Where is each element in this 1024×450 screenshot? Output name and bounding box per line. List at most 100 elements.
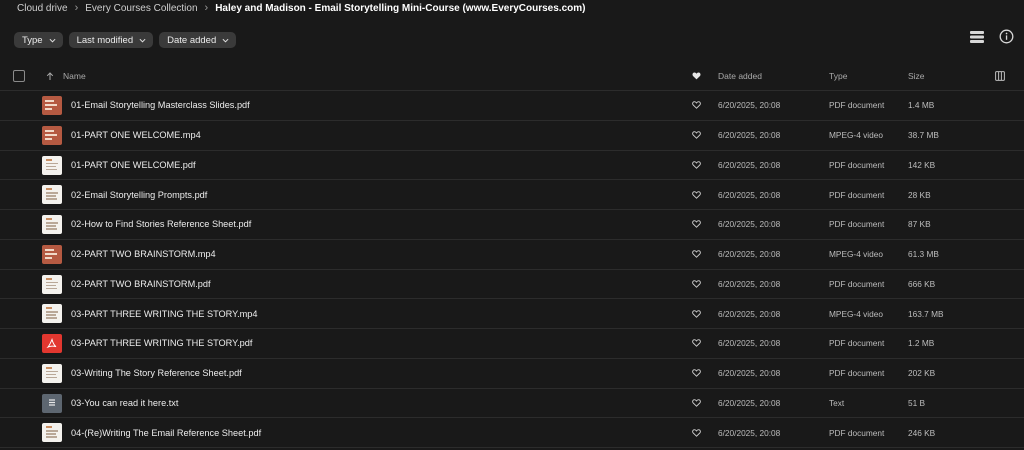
file-name[interactable]: 02-How to Find Stories Reference Sheet.p…: [71, 210, 251, 239]
file-type: PDF document: [829, 189, 885, 200]
favourite-toggle[interactable]: [692, 418, 701, 447]
file-type: PDF document: [829, 219, 885, 230]
favourite-toggle[interactable]: [692, 240, 701, 269]
file-date-added: 6/20/2025, 20:08: [718, 397, 781, 408]
table-row[interactable]: 03-Writing The Story Reference Sheet.pdf…: [0, 359, 1024, 389]
file-size: 202 KB: [908, 368, 936, 379]
file-thumbnail: [42, 215, 62, 234]
favourite-toggle[interactable]: [692, 299, 701, 328]
file-name[interactable]: 02-PART TWO BRAINSTORM.pdf: [71, 270, 211, 299]
file-name[interactable]: 01-PART ONE WELCOME.mp4: [71, 121, 201, 150]
favourite-toggle[interactable]: [692, 180, 701, 209]
favourite-toggle[interactable]: [692, 329, 701, 358]
favourite-toggle[interactable]: [692, 270, 701, 299]
file-type: MPEG-4 video: [829, 130, 883, 141]
favourite-toggle[interactable]: [692, 121, 701, 150]
heart-outline-icon[interactable]: [692, 309, 701, 318]
columns-icon[interactable]: [995, 71, 1005, 81]
file-size: 666 KB: [908, 278, 936, 289]
pdf-file-icon: [42, 334, 62, 353]
chevron-down-icon: [49, 38, 56, 43]
file-size: 87 KB: [908, 219, 931, 230]
table-row[interactable]: 03-PART THREE WRITING THE STORY.pdf 6/20/…: [0, 329, 1024, 359]
file-thumbnail: [42, 155, 62, 175]
favourite-toggle[interactable]: [692, 210, 701, 239]
breadcrumb-cloud-drive[interactable]: Cloud drive: [17, 3, 68, 14]
file-name[interactable]: 02-PART TWO BRAINSTORM.mp4: [71, 240, 216, 269]
file-date-added: 6/20/2025, 20:08: [718, 249, 781, 260]
heart-outline-icon[interactable]: [692, 131, 701, 139]
file-list: 01-Email Storytelling Masterclass Slides…: [0, 91, 1024, 448]
table-row[interactable]: 02-Email Storytelling Prompts.pdf 6/20/20…: [0, 180, 1024, 210]
chevron-down-icon: [139, 38, 146, 43]
favourite-toggle[interactable]: [692, 91, 701, 120]
heart-outline-icon[interactable]: [692, 220, 701, 229]
file-name[interactable]: 03-You can read it here.txt: [71, 389, 178, 418]
file-size: 51 B: [908, 397, 926, 408]
select-all-checkbox-cell: [13, 62, 25, 90]
columns-settings-cell: [995, 62, 1005, 90]
file-thumbnail: [42, 244, 62, 264]
name-column-header[interactable]: Name: [63, 62, 86, 90]
date-added-column-header[interactable]: Date added: [718, 62, 762, 90]
file-date-added: 6/20/2025, 20:08: [718, 278, 781, 289]
type-filter-button[interactable]: Type: [14, 32, 63, 48]
file-type: MPEG-4 video: [829, 308, 883, 319]
file-name[interactable]: 03-PART THREE WRITING THE STORY.mp4: [71, 299, 258, 328]
file-type: PDF document: [829, 159, 885, 170]
file-thumbnail: [42, 125, 62, 145]
heart-outline-icon[interactable]: [692, 101, 701, 110]
file-size: 28 KB: [908, 189, 931, 200]
heart-outline-icon[interactable]: [692, 399, 701, 407]
breadcrumb-current-folder: Haley and Madison - Email Storytelling M…: [215, 2, 586, 14]
table-row[interactable]: 02-PART TWO BRAINSTORM.pdf 6/20/2025, 20:…: [0, 270, 1024, 300]
heart-outline-icon[interactable]: [692, 339, 701, 348]
file-thumbnail: [42, 304, 62, 324]
heart-outline-icon[interactable]: [692, 428, 701, 437]
file-name[interactable]: 01-PART ONE WELCOME.pdf: [71, 151, 196, 180]
heart-outline-icon[interactable]: [692, 369, 701, 377]
breadcrumb: Cloud drive › Every Courses Collection ›…: [17, 0, 585, 16]
table-row[interactable]: 02-PART TWO BRAINSTORM.mp4 6/20/2025, 20:…: [0, 240, 1024, 270]
file-type: Text: [829, 397, 845, 408]
table-row[interactable]: 02-How to Find Stories Reference Sheet.p…: [0, 210, 1024, 240]
file-name[interactable]: 02-Email Storytelling Prompts.pdf: [71, 180, 207, 209]
type-column-header[interactable]: Type: [829, 62, 847, 90]
file-size: 61.3 MB: [908, 249, 939, 260]
heart-outline-icon[interactable]: [692, 280, 701, 288]
file-type: PDF document: [829, 368, 885, 379]
file-date-added: 6/20/2025, 20:08: [718, 100, 781, 111]
last-modified-filter-button[interactable]: Last modified: [68, 32, 154, 48]
file-date-added: 6/20/2025, 20:08: [718, 219, 781, 230]
select-all-checkbox[interactable]: [13, 70, 25, 82]
sort-cell: [46, 62, 54, 90]
file-name[interactable]: 03-PART THREE WRITING THE STORY.pdf: [71, 329, 252, 358]
file-size: 1.2 MB: [908, 338, 935, 349]
file-name[interactable]: 03-Writing The Story Reference Sheet.pdf: [71, 359, 242, 388]
file-name[interactable]: 01-Email Storytelling Masterclass Slides…: [71, 91, 250, 120]
favourite-toggle[interactable]: [692, 359, 701, 388]
favourite-toggle[interactable]: [692, 151, 701, 180]
table-row[interactable]: 03-PART THREE WRITING THE STORY.mp4 6/20/…: [0, 299, 1024, 329]
file-thumbnail: [42, 423, 62, 443]
table-row[interactable]: 04-(Re)Writing The Email Reference Sheet…: [0, 418, 1024, 448]
info-icon[interactable]: [999, 29, 1014, 44]
arrow-up-icon[interactable]: [46, 71, 54, 81]
table-row[interactable]: 03-You can read it here.txt 6/20/2025, 20…: [0, 389, 1024, 419]
size-column-header[interactable]: Size: [908, 62, 925, 90]
table-row[interactable]: 01-PART ONE WELCOME.mp4 6/20/2025, 20:08 M…: [0, 121, 1024, 151]
breadcrumb-collection[interactable]: Every Courses Collection: [85, 3, 197, 14]
table-row[interactable]: 01-PART ONE WELCOME.pdf 6/20/2025, 20:08 P…: [0, 151, 1024, 181]
heart-outline-icon[interactable]: [692, 250, 701, 258]
favourite-toggle[interactable]: [692, 389, 701, 418]
table-row[interactable]: 01-Email Storytelling Masterclass Slides…: [0, 91, 1024, 121]
file-type: PDF document: [829, 427, 885, 438]
chevron-right-icon: ›: [204, 2, 209, 14]
file-name[interactable]: 04-(Re)Writing The Email Reference Sheet…: [71, 418, 261, 447]
file-size: 1.4 MB: [908, 100, 935, 111]
list-view-icon[interactable]: [969, 30, 985, 44]
heart-outline-icon[interactable]: [692, 161, 701, 169]
heart-outline-icon[interactable]: [692, 190, 701, 199]
file-thumbnail: [42, 185, 62, 205]
date-added-filter-button[interactable]: Date added: [159, 32, 237, 48]
